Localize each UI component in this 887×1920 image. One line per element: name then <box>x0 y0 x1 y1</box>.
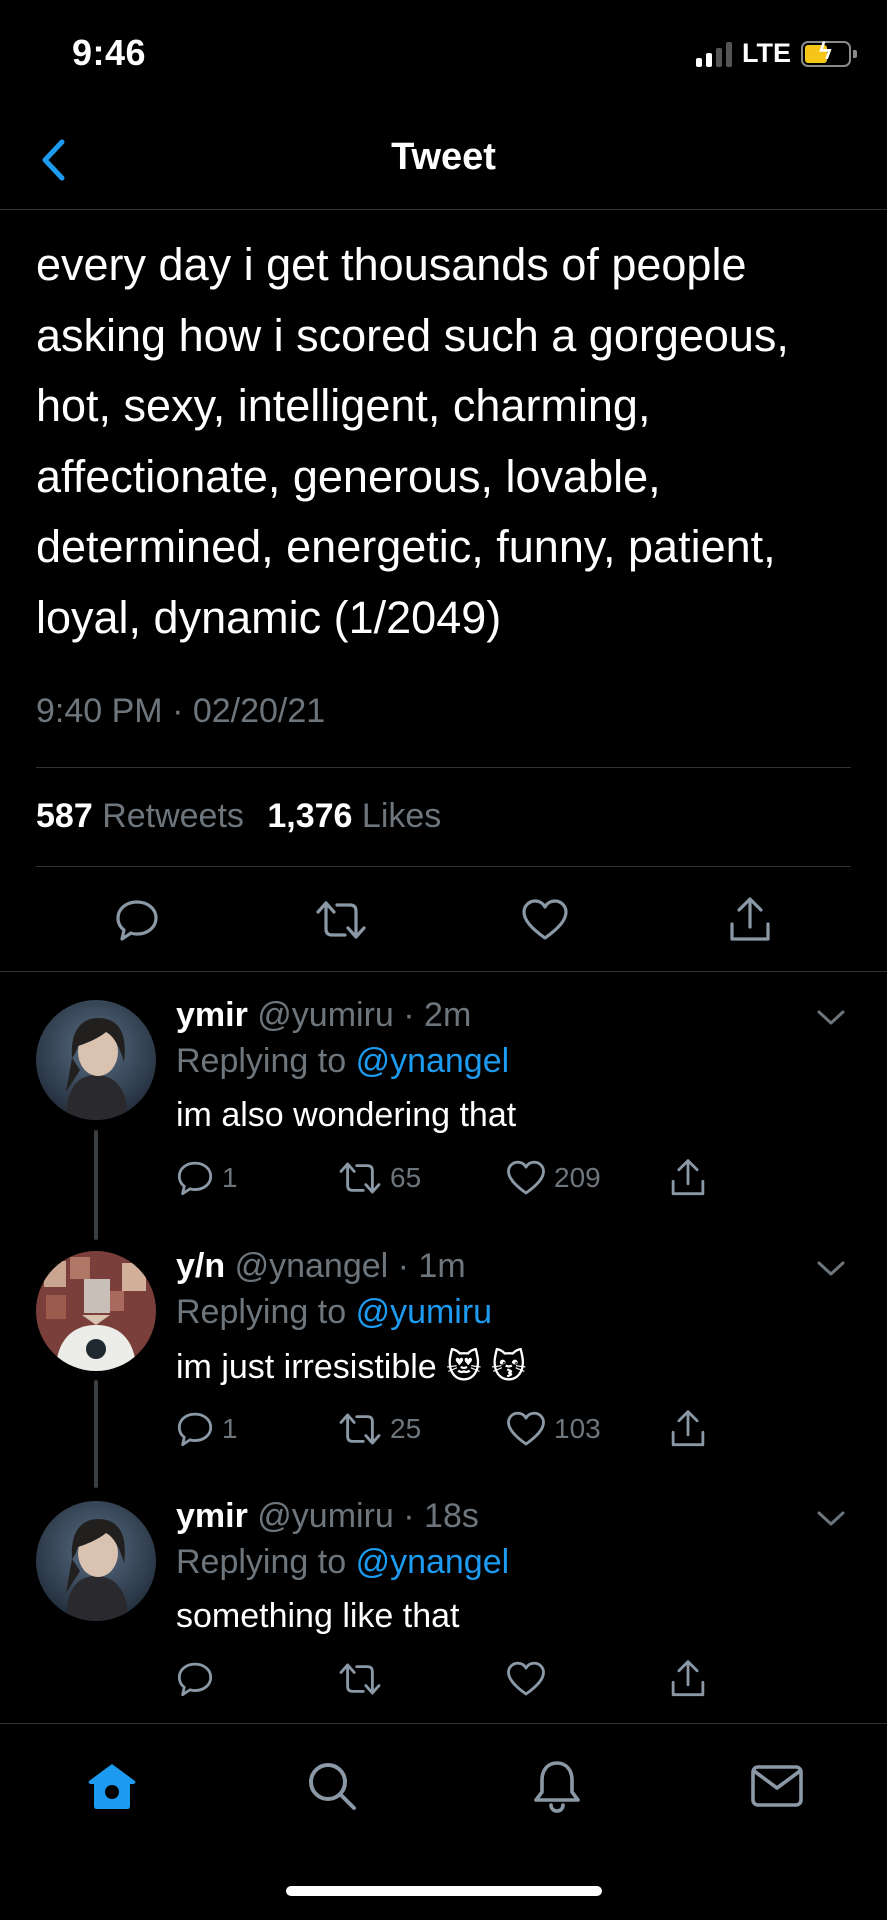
messages-icon[interactable] <box>745 1754 809 1818</box>
search-icon[interactable] <box>300 1754 364 1818</box>
home-icon[interactable] <box>80 1754 144 1818</box>
thread-line <box>94 1130 98 1240</box>
home-indicator[interactable] <box>286 1886 602 1896</box>
retweet-icon <box>339 1413 381 1445</box>
reply-actions: 1 65 209 <box>176 1156 736 1206</box>
like-count: 209 <box>554 1162 601 1193</box>
divider <box>36 767 851 768</box>
like-button[interactable] <box>506 1657 546 1701</box>
likes-count[interactable]: 1,376 <box>267 797 352 835</box>
replying-prefix: Replying to <box>176 1042 347 1080</box>
reply-icon <box>177 1161 213 1196</box>
retweet-icon <box>339 1162 381 1194</box>
reply-author-name[interactable]: ymir <box>176 1497 248 1535</box>
reply-author-name[interactable]: ymir <box>176 996 248 1034</box>
reply-count: 1 <box>222 1413 238 1444</box>
chevron-down-icon[interactable] <box>811 1002 851 1032</box>
tweet-stats: 587 Retweets 1,376 Likes <box>36 797 455 836</box>
divider <box>36 866 851 867</box>
reply-time: · 1m <box>397 1247 466 1285</box>
retweet-button[interactable] <box>338 1657 382 1701</box>
reply-icon <box>177 1662 213 1697</box>
like-icon[interactable] <box>515 890 575 950</box>
reply-icon <box>177 1412 213 1447</box>
reply-author-handle[interactable]: @ynangel <box>235 1247 389 1285</box>
like-button[interactable]: 103 <box>506 1407 601 1451</box>
replying-to: Replying to @ynangel <box>176 1042 509 1081</box>
tweet-text: every day i get thousands of people aski… <box>36 239 789 643</box>
status-bar: 9:46 LTE ϟ <box>0 0 887 110</box>
share-icon[interactable] <box>720 890 780 950</box>
reply-author-name[interactable]: y/n <box>176 1247 225 1285</box>
retweet-icon <box>339 1663 381 1695</box>
retweet-count: 65 <box>390 1162 422 1193</box>
reply-text: im just irresistible 😻 😽 <box>176 1348 527 1386</box>
replying-prefix: Replying to <box>176 1293 347 1331</box>
share-button[interactable] <box>669 1657 707 1701</box>
share-button[interactable] <box>669 1156 707 1200</box>
reply-text: im also wondering that <box>176 1096 517 1134</box>
reply-button[interactable] <box>176 1657 214 1701</box>
reply-count: 1 <box>222 1162 238 1193</box>
like-count: 103 <box>554 1413 601 1444</box>
likes-label[interactable]: Likes <box>362 797 441 835</box>
avatar[interactable] <box>36 1501 156 1621</box>
reply-button[interactable]: 1 <box>176 1407 238 1451</box>
reply-author-handle[interactable]: @yumiru <box>257 996 394 1034</box>
tweet-actions <box>0 890 887 970</box>
reply-actions <box>176 1657 736 1707</box>
share-button[interactable] <box>669 1407 707 1451</box>
like-icon <box>507 1160 545 1195</box>
main-tweet: every day i get thousands of people aski… <box>36 230 851 730</box>
reply-header: y/n @ynangel · 1m <box>176 1247 466 1286</box>
share-icon <box>671 1410 705 1447</box>
reply-actions: 1 25 103 <box>176 1407 736 1457</box>
retweet-button[interactable]: 65 <box>338 1156 421 1200</box>
replying-to-handle[interactable]: @yumiru <box>356 1293 493 1331</box>
retweets-count[interactable]: 587 <box>36 797 93 835</box>
like-icon <box>507 1411 545 1446</box>
retweet-icon[interactable] <box>311 890 371 950</box>
avatar[interactable] <box>36 1000 156 1120</box>
status-icons: LTE ϟ <box>696 38 857 69</box>
share-icon <box>671 1660 705 1697</box>
retweet-count: 25 <box>390 1413 422 1444</box>
retweet-button[interactable]: 25 <box>338 1407 421 1451</box>
reply-header: ymir @yumiru · 18s <box>176 1497 479 1536</box>
replying-to: Replying to @ynangel <box>176 1543 509 1582</box>
reply-header: ymir @yumiru · 2m <box>176 996 471 1035</box>
divider <box>0 971 887 972</box>
avatar[interactable] <box>36 1251 156 1371</box>
retweets-label[interactable]: Retweets <box>102 797 244 835</box>
nav-bar: Tweet <box>0 110 887 210</box>
reply-button[interactable]: 1 <box>176 1156 238 1200</box>
tweet-timestamp: 9:40 PM · 02/20/21 <box>36 692 326 730</box>
chevron-down-icon[interactable] <box>811 1253 851 1283</box>
reply-text: something like that <box>176 1597 460 1635</box>
share-icon <box>671 1159 705 1196</box>
replying-to: Replying to @yumiru <box>176 1293 492 1332</box>
thread-line <box>94 1380 98 1488</box>
page-title: Tweet <box>391 136 496 178</box>
reply-author-handle[interactable]: @yumiru <box>257 1497 394 1535</box>
reply-icon[interactable] <box>107 890 167 950</box>
reply-time: · 2m <box>403 996 472 1034</box>
network-label: LTE <box>742 38 791 68</box>
notifications-icon[interactable] <box>525 1754 589 1818</box>
battery-icon: ϟ <box>801 39 857 67</box>
replying-to-handle[interactable]: @ynangel <box>356 1543 510 1581</box>
status-time: 9:46 <box>72 32 147 73</box>
like-button[interactable]: 209 <box>506 1156 601 1200</box>
replying-to-handle[interactable]: @ynangel <box>356 1042 510 1080</box>
signal-icon <box>696 41 732 67</box>
chevron-down-icon[interactable] <box>811 1503 851 1533</box>
reply-time: · 18s <box>403 1497 479 1535</box>
replying-prefix: Replying to <box>176 1543 347 1581</box>
like-icon <box>507 1661 545 1696</box>
